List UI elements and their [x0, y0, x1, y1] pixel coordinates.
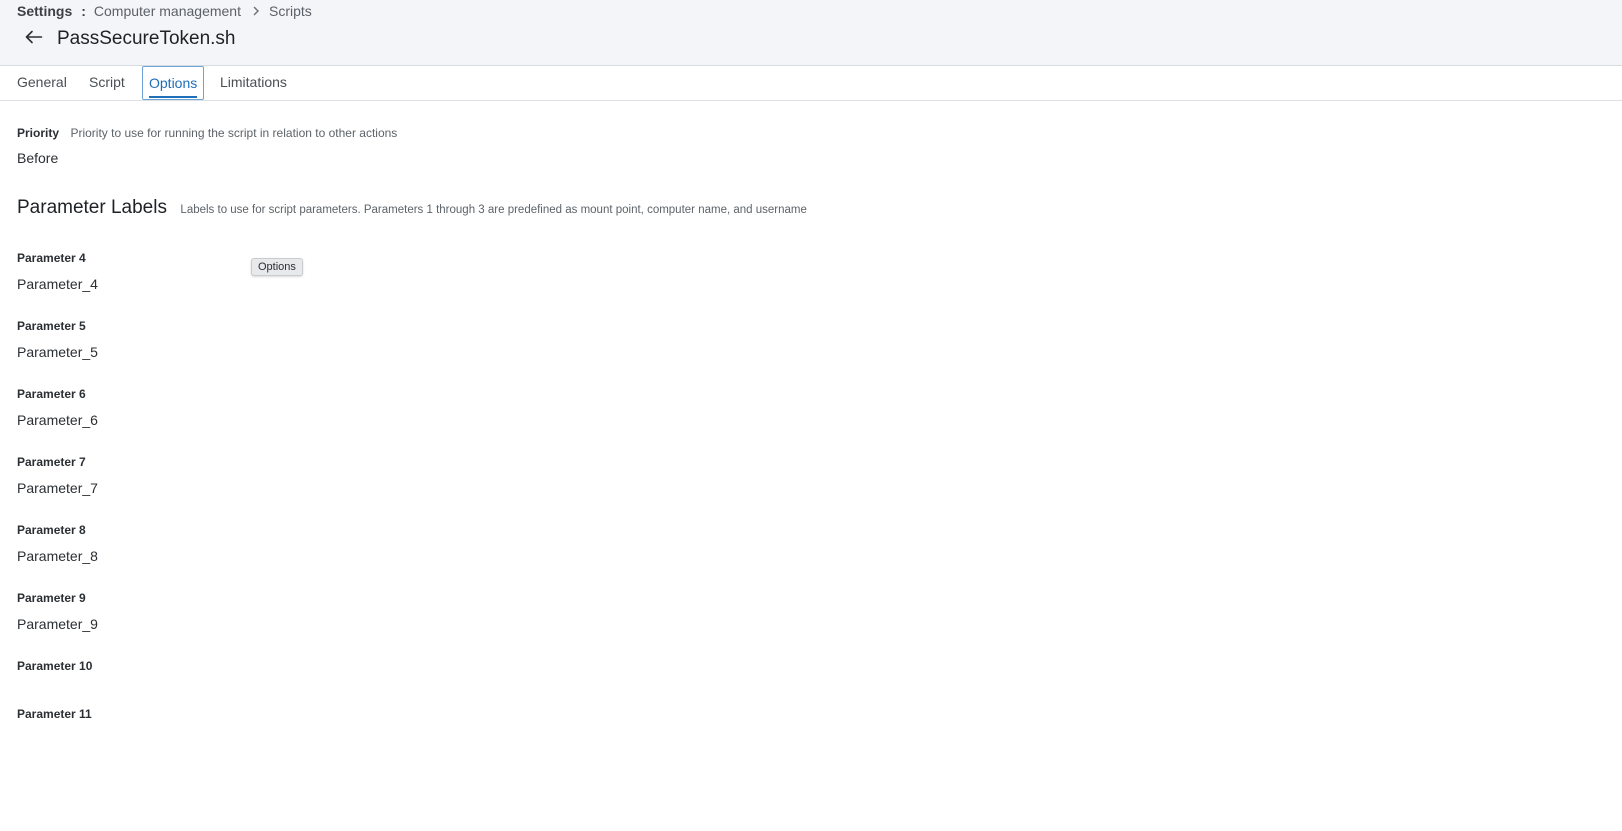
priority-label: Priority — [17, 126, 60, 140]
breadcrumb-settings[interactable]: Settings — [17, 3, 72, 19]
parameter-7-value: Parameter_7 — [17, 480, 98, 496]
parameter-6-value: Parameter_6 — [17, 412, 98, 428]
back-button[interactable] — [22, 27, 46, 51]
breadcrumb-separator: : — [81, 3, 86, 19]
parameter-6-label: Parameter 6 — [17, 387, 86, 401]
parameter-labels-heading: Parameter Labels Labels to use for scrip… — [17, 197, 807, 219]
tab-bar: General Script Options Limitations — [0, 66, 1622, 101]
parameter-4-label: Parameter 4 — [17, 251, 86, 265]
parameter-9-value: Parameter_9 — [17, 616, 98, 632]
arrow-left-icon — [25, 30, 43, 49]
page-header: Settings : Computer management Scripts P… — [0, 0, 1622, 66]
tab-options[interactable]: Options — [142, 66, 205, 100]
parameter-11-label: Parameter 11 — [17, 707, 92, 721]
parameter-5-value: Parameter_5 — [17, 344, 98, 360]
parameter-8-value: Parameter_8 — [17, 548, 98, 564]
parameter-5-label: Parameter 5 — [17, 319, 86, 333]
section-description: Labels to use for script parameters. Par… — [180, 204, 807, 216]
tab-limitations[interactable]: Limitations — [214, 66, 293, 100]
parameter-8-label: Parameter 8 — [17, 523, 86, 537]
page: Settings : Computer management Scripts P… — [0, 0, 1622, 831]
tab-general[interactable]: General — [11, 66, 73, 100]
parameter-9-label: Parameter 9 — [17, 591, 86, 605]
priority-description: Priority to use for running the script i… — [70, 126, 398, 140]
priority-value: Before — [17, 150, 59, 166]
parameter-10-label: Parameter 10 — [17, 659, 93, 673]
priority-label-row: Priority Priority to use for running the… — [17, 124, 397, 142]
title-row: PassSecureToken.sh — [22, 26, 236, 52]
breadcrumb-computer-management[interactable]: Computer management — [94, 3, 241, 19]
chevron-right-icon — [252, 4, 260, 19]
breadcrumb-scripts[interactable]: Scripts — [269, 3, 312, 19]
page-title: PassSecureToken.sh — [57, 28, 236, 49]
tab-script[interactable]: Script — [83, 66, 131, 100]
tooltip: Options — [251, 258, 303, 276]
parameter-7-label: Parameter 7 — [17, 455, 86, 469]
parameter-4-value: Parameter_4 — [17, 276, 98, 292]
section-title: Parameter Labels — [17, 197, 167, 218]
breadcrumb: Settings : Computer management Scripts — [17, 2, 312, 20]
